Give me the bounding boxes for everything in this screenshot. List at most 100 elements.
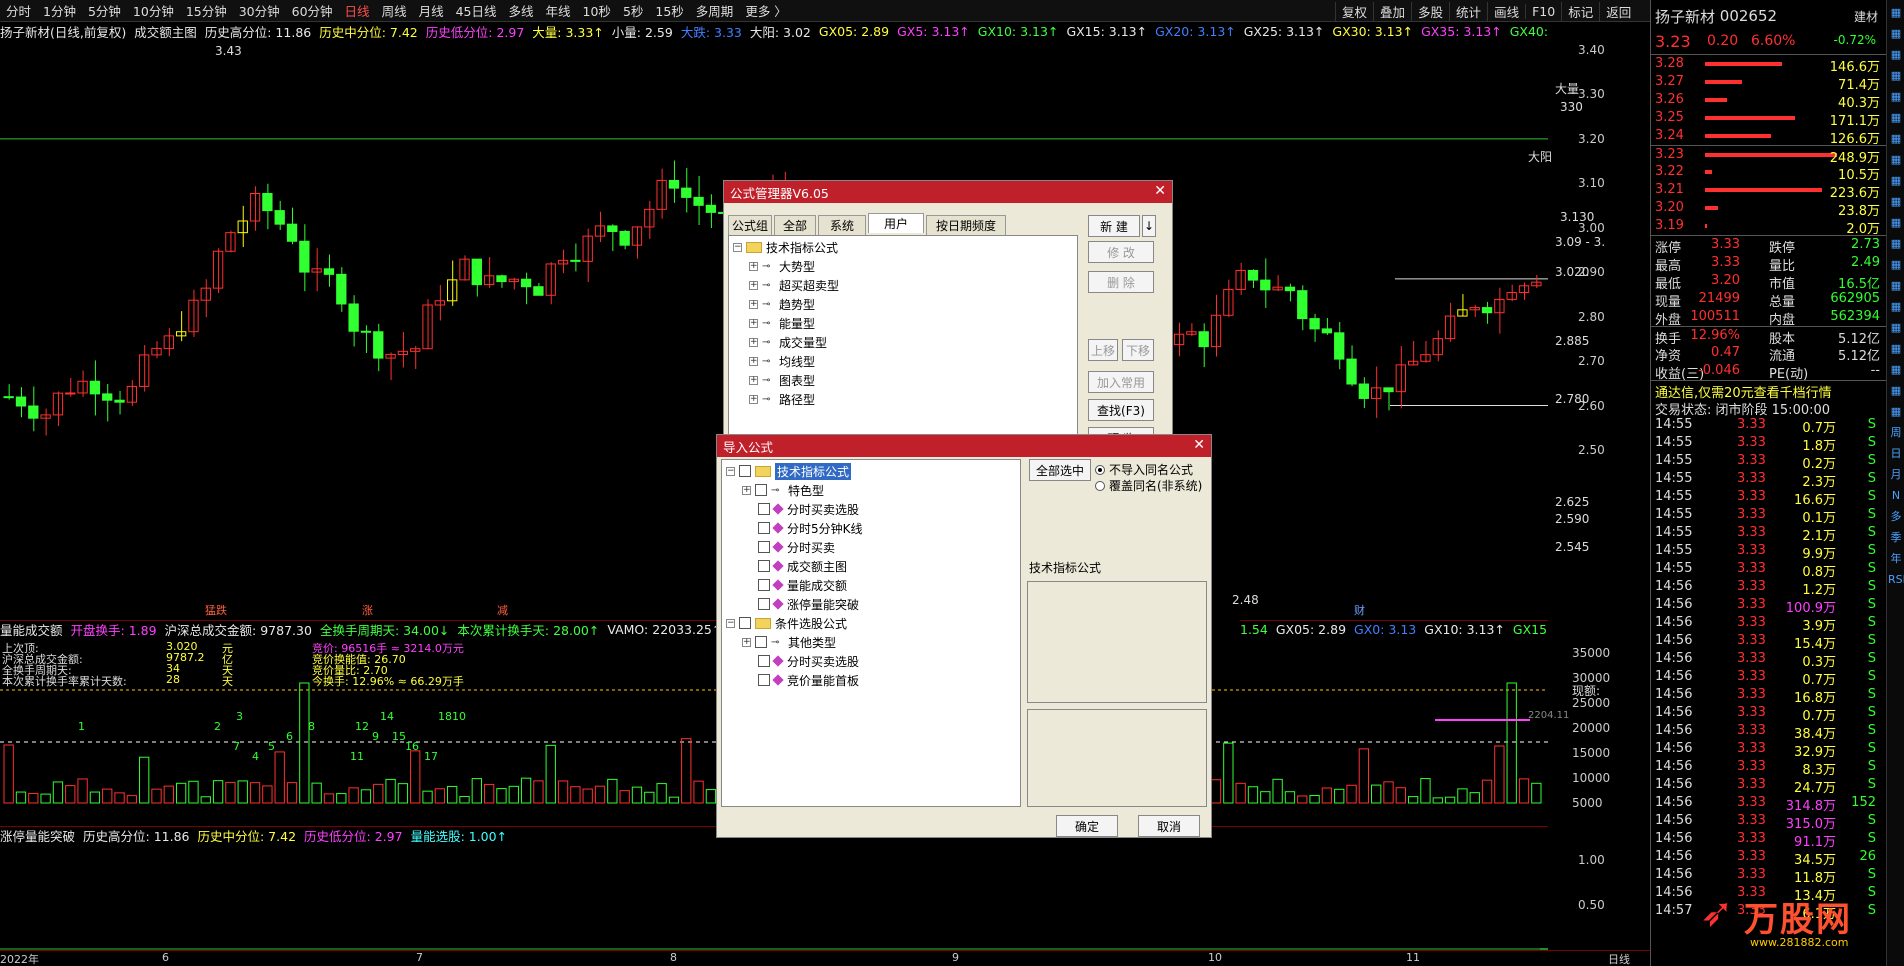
dropdown-arrow-icon[interactable]: ↓ [1142, 215, 1156, 237]
import-titlebar[interactable]: 导入公式 ✕ [717, 435, 1211, 457]
period-tab-16[interactable]: 多周期 [690, 1, 740, 20]
formula-tab[interactable]: 公式组 [728, 215, 772, 235]
event-marker[interactable]: 减 [497, 602, 508, 618]
formula-tab[interactable]: 系统 [818, 215, 866, 235]
event-marker[interactable]: 涨 [362, 602, 373, 618]
tree-node[interactable]: 分时买卖选股 [758, 500, 859, 518]
tool-icon[interactable]: ▦ [1888, 404, 1904, 420]
tool-icon[interactable]: ▦ [1888, 152, 1904, 168]
toolbar-btn-7[interactable]: 返回 [1599, 1, 1637, 21]
option-overwrite[interactable]: 覆盖同名(非系统) [1095, 477, 1202, 494]
toolbar-btn-0[interactable]: 复权 [1335, 1, 1373, 21]
toolbar-btn-4[interactable]: 画线 [1487, 1, 1525, 21]
ask-row[interactable]: 3.28 146.6万 [1651, 55, 1886, 75]
period-shortcut-icon[interactable]: RSI [1888, 572, 1904, 588]
tick-list[interactable]: 14:55 3.33 0.7万 S 14:55 3.33 1.8万 S 14:55 3.33 0.2… [1651, 416, 1886, 922]
period-tab-4[interactable]: 15分钟 [180, 1, 233, 20]
tool-icon[interactable]: ▦ [1888, 257, 1904, 273]
tool-icon[interactable]: ▦ [1888, 362, 1904, 378]
tool-icon[interactable]: ▦ [1888, 26, 1904, 42]
tree-node[interactable]: + ⊸ 特色型 [742, 481, 824, 499]
tool-icon[interactable]: ▦ [1888, 47, 1904, 63]
close-icon[interactable]: ✕ [1154, 183, 1166, 199]
tree-node[interactable]: + ⊸ 大势型 [749, 257, 815, 275]
tree-node[interactable]: − 技术指标公式 [726, 462, 852, 480]
tree-node[interactable]: + ⊸ 能量型 [749, 314, 815, 332]
period-tab-8[interactable]: 周线 [376, 1, 413, 20]
checkbox-icon[interactable] [758, 579, 770, 591]
period-shortcut-icon[interactable]: 周 [1888, 425, 1904, 441]
period-tab-9[interactable]: 月线 [413, 1, 450, 20]
formula-tab[interactable]: 按日期频度 [926, 215, 1006, 235]
close-icon[interactable]: ✕ [1193, 437, 1205, 453]
bid-row[interactable]: 3.23 248.9万 [1651, 145, 1886, 166]
formula-manager-titlebar[interactable]: 公式管理器V6.05 ✕ [724, 181, 1172, 203]
expand-icon[interactable]: − [726, 618, 735, 628]
formula-btn[interactable]: 删 除 [1088, 271, 1154, 293]
tree-node[interactable]: − 条件选股公式 [726, 614, 847, 632]
ask-row[interactable]: 3.26 40.3万 [1651, 91, 1886, 111]
period-tab-15[interactable]: 15秒 [649, 1, 689, 20]
tool-icon[interactable]: ▦ [1888, 320, 1904, 336]
signal-chart[interactable] [0, 844, 1548, 954]
period-tab-3[interactable]: 10分钟 [127, 1, 180, 20]
tool-icon[interactable]: ▦ [1888, 215, 1904, 231]
tool-icon[interactable]: ▦ [1888, 383, 1904, 399]
period-shortcut-icon[interactable]: 日 [1888, 446, 1904, 462]
expand-icon[interactable]: + [749, 356, 758, 366]
period-tab-2[interactable]: 5分钟 [82, 1, 127, 20]
tree-node[interactable]: + ⊸ 成交量型 [749, 333, 827, 351]
period-tab-17[interactable]: 更多 〉 [739, 1, 792, 20]
formula-btn[interactable]: 加入常用 [1088, 371, 1154, 393]
tree-node[interactable]: + ⊸ 趋势型 [749, 295, 815, 313]
tree-node[interactable]: 成交额主图 [758, 557, 847, 575]
sector-button[interactable]: 建材 [1854, 8, 1878, 25]
checkbox-icon[interactable] [758, 674, 770, 686]
tool-icon[interactable]: ▦ [1888, 194, 1904, 210]
period-tab-7[interactable]: 日线 [339, 1, 376, 20]
tree-node[interactable]: 竞价量能首板 [758, 671, 859, 689]
bid-row[interactable]: 3.19 2.0万 [1651, 217, 1886, 237]
period-tab-14[interactable]: 5秒 [617, 1, 649, 20]
tree-node[interactable]: − 技术指标公式 [733, 238, 838, 256]
toolbar-btn-3[interactable]: 统计 [1449, 1, 1487, 21]
formula-tab[interactable]: 用户 [868, 213, 924, 233]
tool-icon[interactable]: ▦ [1888, 299, 1904, 315]
checkbox-icon[interactable] [755, 484, 767, 496]
tool-icon[interactable]: ▦ [1888, 68, 1904, 84]
formula-btn[interactable]: 查找(F3) [1088, 399, 1154, 421]
checkbox-icon[interactable] [739, 465, 751, 477]
expand-icon[interactable]: + [749, 337, 758, 347]
toolbar-btn-1[interactable]: 叠加 [1373, 1, 1411, 21]
checkbox-icon[interactable] [758, 503, 770, 515]
period-shortcut-icon[interactable]: 季 [1888, 530, 1904, 546]
ask-row[interactable]: 3.27 71.4万 [1651, 73, 1886, 93]
select-all-button[interactable]: 全部选中 [1029, 459, 1091, 481]
bid-row[interactable]: 3.22 10.5万 [1651, 163, 1886, 183]
expand-icon[interactable]: − [726, 466, 735, 476]
expand-icon[interactable]: + [749, 299, 758, 309]
toolbar-btn-6[interactable]: 标记 [1561, 1, 1599, 21]
bid-row[interactable]: 3.20 23.8万 [1651, 199, 1886, 219]
checkbox-icon[interactable] [758, 522, 770, 534]
checkbox-icon[interactable] [758, 560, 770, 572]
period-tab-12[interactable]: 年线 [540, 1, 577, 20]
tool-icon[interactable]: ▦ [1888, 5, 1904, 21]
period-tab-10[interactable]: 45日线 [450, 1, 503, 20]
bid-row[interactable]: 3.21 223.6万 [1651, 181, 1886, 201]
tree-node[interactable]: + ⊸ 超买超卖型 [749, 276, 839, 294]
period-tab-11[interactable]: 多线 [503, 1, 540, 20]
tree-node[interactable]: + ⊸ 图表型 [749, 371, 815, 389]
option-no-import[interactable]: 不导入同名公式 [1095, 461, 1193, 478]
period-shortcut-icon[interactable]: N [1888, 488, 1904, 504]
formula-tree[interactable]: − 技术指标公式 + ⊸ 大势型 + ⊸ 超买超卖型 + ⊸ 趋势型 + ⊸ 能量型 + ⊸ 成交量型 + ⊸ 均线型… [728, 235, 1078, 435]
expand-icon[interactable]: + [749, 261, 758, 271]
expand-icon[interactable]: + [749, 318, 758, 328]
tree-node[interactable]: 量能成交额 [758, 576, 847, 594]
expand-icon[interactable]: − [733, 242, 742, 252]
period-shortcut-icon[interactable]: 年 [1888, 551, 1904, 567]
tool-icon[interactable]: ▦ [1888, 89, 1904, 105]
checkbox-icon[interactable] [758, 541, 770, 553]
tool-icon[interactable]: ▦ [1888, 131, 1904, 147]
period-shortcut-icon[interactable]: 月 [1888, 467, 1904, 483]
